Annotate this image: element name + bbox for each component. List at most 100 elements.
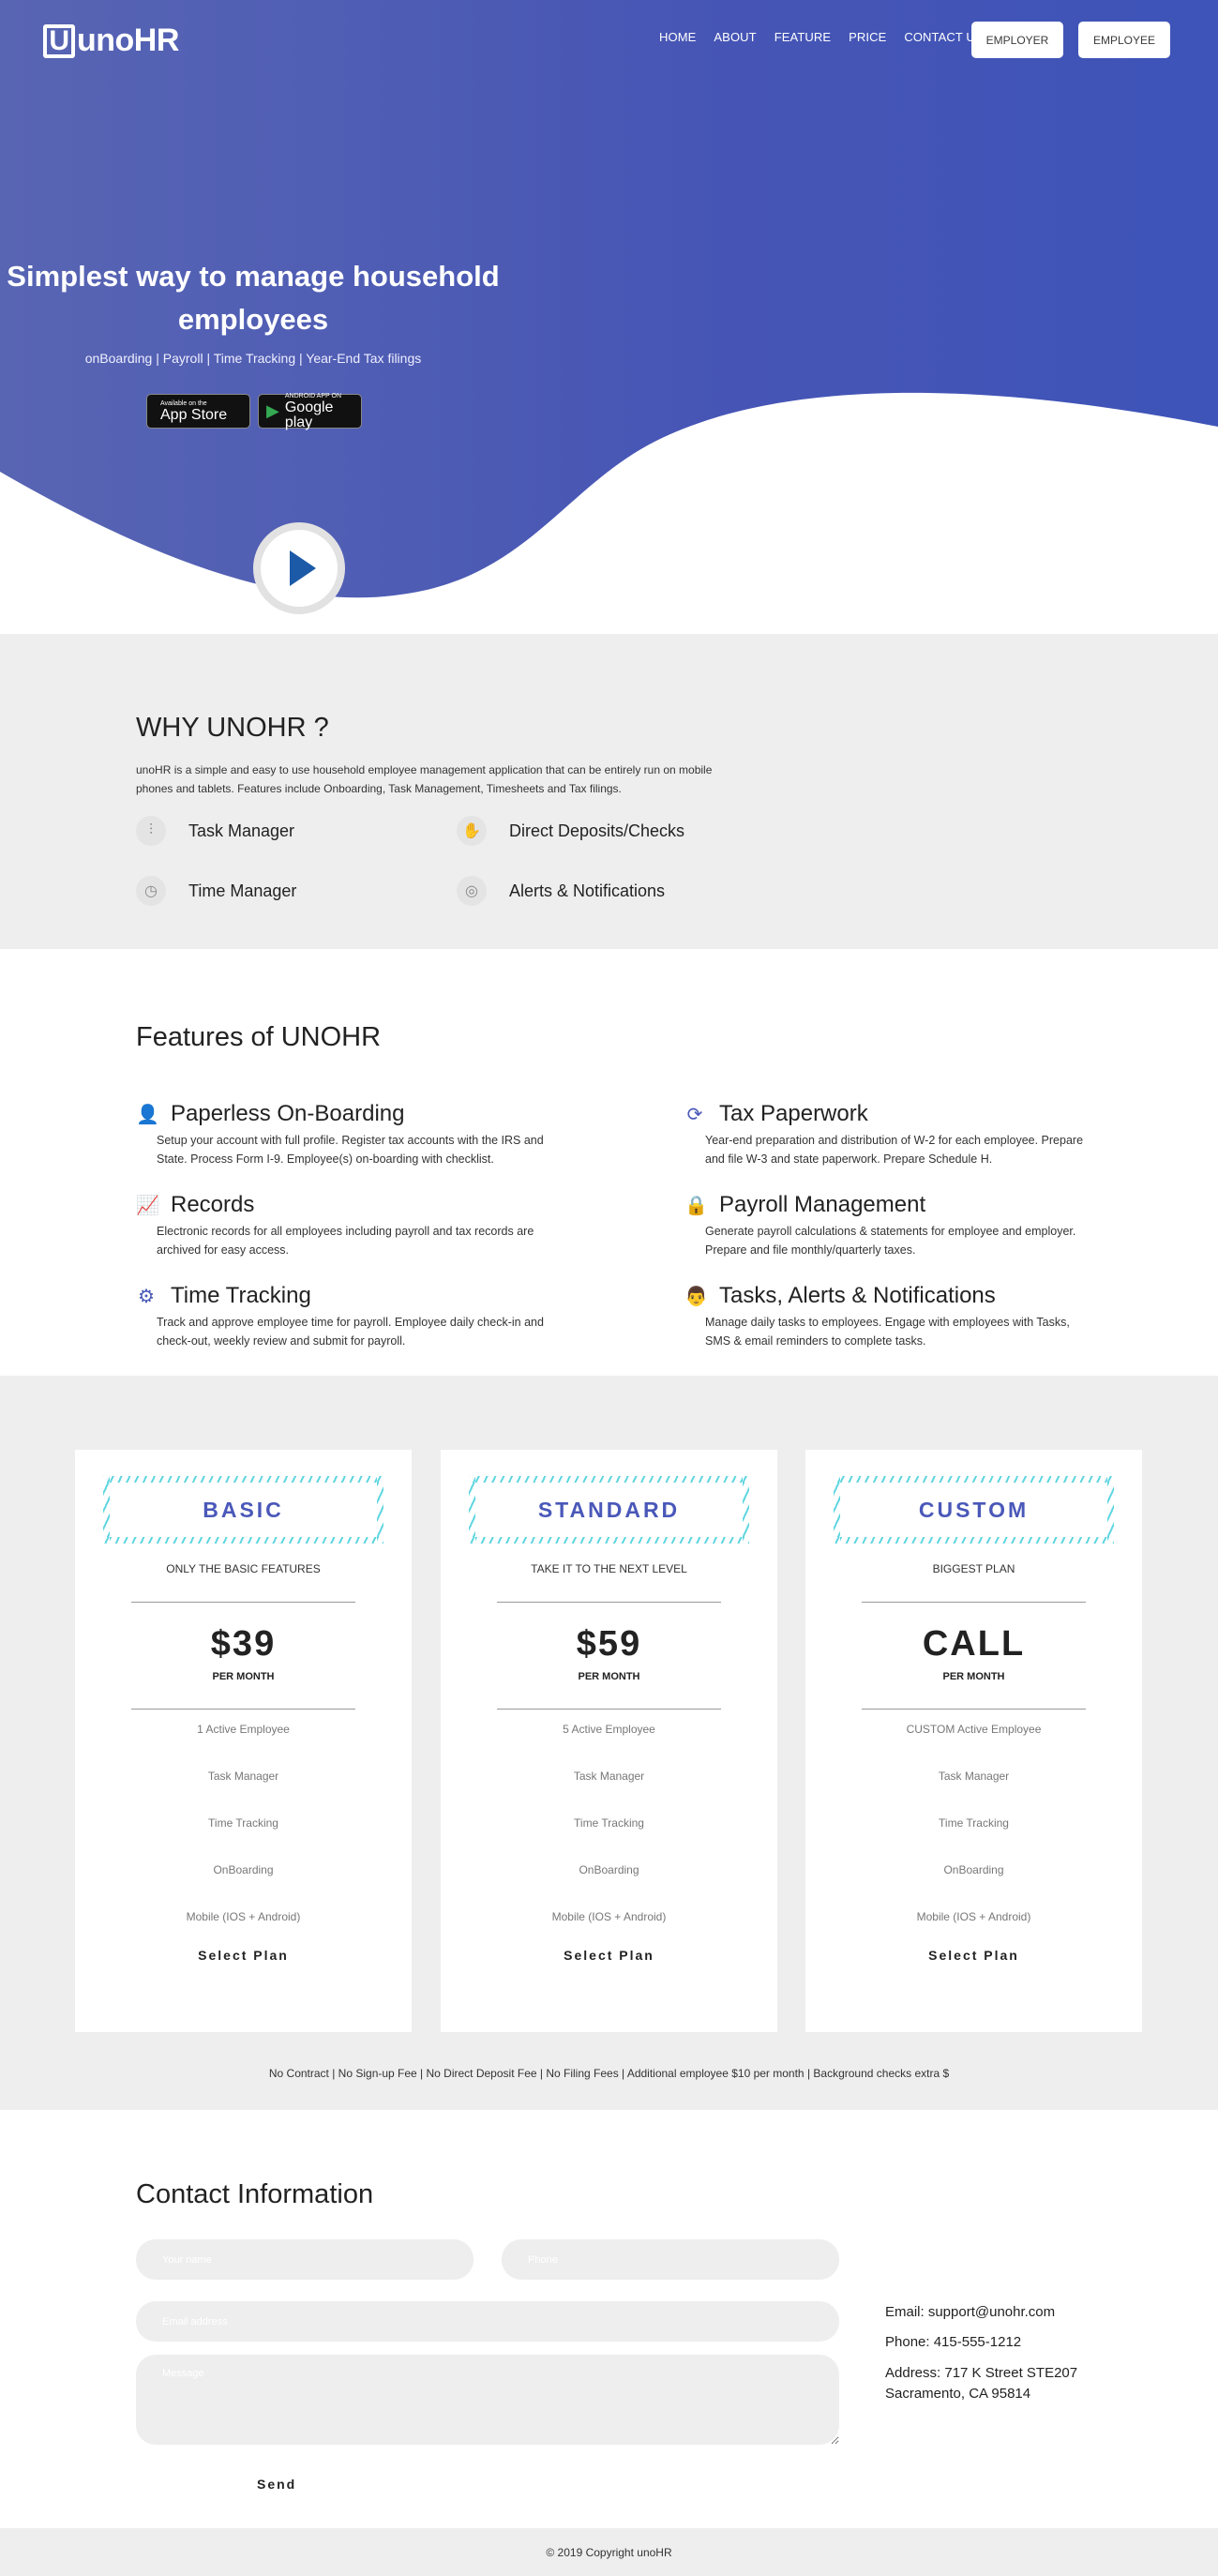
message-textarea[interactable]: [136, 2355, 839, 2445]
lock-icon: 🔒: [684, 1195, 708, 1216]
play-icon: [289, 550, 316, 586]
plan-feature: Task Manager: [573, 1770, 645, 1783]
phone-input[interactable]: [502, 2239, 839, 2280]
contact-address-line1: Address: 717 K Street STE207: [885, 2365, 1078, 2381]
contact-title: Contact Information: [136, 2179, 374, 2209]
divider: [497, 1602, 721, 1603]
feature-tasks-alerts-notifications: 👨 Tasks, Alerts & Notifications Manage dai…: [684, 1283, 1097, 1350]
feature-title: Time Tracking: [171, 1283, 311, 1308]
nav-about[interactable]: ABOUT: [714, 30, 756, 44]
footer: © 2019 Copyright unoHR: [0, 2528, 1218, 2576]
plan-feature: 5 Active Employee: [563, 1723, 655, 1736]
hand-icon: ✋: [457, 816, 487, 846]
feature-title: Paperless On-Boarding: [171, 1101, 405, 1126]
fingerprint-icon: ◎: [457, 876, 487, 906]
why-item-label: Task Manager: [188, 821, 295, 840]
feature-time-tracking: ⚙ Time Tracking Track and approve employee…: [136, 1283, 549, 1350]
app-store-big: App Store: [160, 407, 228, 423]
plan-name: CUSTOM: [840, 1483, 1107, 1537]
feature-heading: ⟳ Tax Paperwork: [684, 1101, 1097, 1127]
logo-text: unoHR: [77, 23, 179, 58]
google-play-badge[interactable]: ▶ ANDROID APP ON Google play: [258, 393, 362, 430]
why-text: unoHR is a simple and easy to use househ…: [136, 763, 713, 795]
logo[interactable]: U unoHR: [43, 23, 179, 59]
send-button[interactable]: Send: [257, 2477, 296, 2492]
plan-feature: Time Tracking: [574, 1816, 644, 1830]
features-section: Features of UNOHR 👤 Paperless On-Boarding…: [0, 949, 1218, 1376]
feature-title: Tax Paperwork: [719, 1101, 868, 1126]
pricing-section: No Contract | No Sign-up Fee | No Direct…: [0, 1376, 1218, 2110]
feature-description: Electronic records for all employees inc…: [157, 1225, 534, 1257]
app-store-badge[interactable]: Available on the App Store: [146, 394, 250, 429]
feature-title: Payroll Management: [719, 1192, 926, 1217]
plan-feature: Task Manager: [207, 1770, 279, 1783]
top-nav: U unoHR HOME ABOUT FEATURE PRICE CONTACT…: [0, 0, 1218, 79]
copyright: © 2019 Copyright unoHR: [546, 2545, 672, 2559]
contact-email: Email: support@unohr.com: [885, 2304, 1056, 2320]
feature-heading: ⚙ Time Tracking: [136, 1283, 549, 1309]
plan-feature: Mobile (IOS + Android): [551, 1910, 667, 1923]
nav-links: HOME ABOUT FEATURE PRICE CONTACT US: [659, 30, 1001, 44]
plan-feature: OnBoarding: [943, 1863, 1004, 1876]
plan-tagline: TAKE IT TO THE NEXT LEVEL: [531, 1562, 687, 1575]
nav-home[interactable]: HOME: [659, 30, 696, 44]
divider: [862, 1709, 1086, 1710]
plan-feature: Task Manager: [938, 1770, 1010, 1783]
play-video-button[interactable]: [253, 522, 345, 614]
why-item-direct-deposits-checks: ✋ Direct Deposits/Checks: [457, 816, 684, 846]
plan-feature: CUSTOM Active Employee: [906, 1723, 1042, 1736]
plan-tagline: BIGGEST PLAN: [932, 1562, 1015, 1575]
feature-heading: 👤 Paperless On-Boarding: [136, 1101, 549, 1127]
why-item-time-manager: ◷ Time Manager: [136, 876, 296, 906]
divider: [131, 1602, 355, 1603]
plan-feature: OnBoarding: [579, 1863, 639, 1876]
divider: [131, 1709, 355, 1710]
nav-price[interactable]: PRICE: [849, 30, 886, 44]
name-input[interactable]: [136, 2239, 474, 2280]
feature-description: Track and approve employee time for payr…: [157, 1316, 544, 1348]
plan-feature: Time Tracking: [208, 1816, 278, 1830]
chart-icon: 📈: [136, 1195, 159, 1216]
nav-feature[interactable]: FEATURE: [774, 30, 831, 44]
plan-title-frame: CUSTOM: [834, 1476, 1114, 1544]
feature-heading: 📈 Records: [136, 1192, 549, 1218]
sliders-icon: ⫶: [136, 816, 166, 846]
feature-payroll-management: 🔒 Payroll Management Generate payroll calc…: [684, 1192, 1097, 1259]
why-title: WHY UNOHR ?: [136, 713, 329, 743]
logo-icon: U: [43, 23, 75, 58]
plan-feature: 1 Active Employee: [197, 1723, 290, 1736]
feature-description: Generate payroll calculations & statemen…: [705, 1225, 1076, 1257]
why-item-task-manager: ⫶ Task Manager: [136, 816, 294, 846]
plan-period: PER MONTH: [212, 1671, 275, 1682]
plan-period: PER MONTH: [942, 1671, 1005, 1682]
feature-heading: 🔒 Payroll Management: [684, 1192, 1097, 1218]
plan-period: PER MONTH: [578, 1671, 640, 1682]
why-item-label: Alerts & Notifications: [509, 881, 666, 900]
feature-description: Setup your account with full profile. Re…: [157, 1134, 544, 1166]
features-title: Features of UNOHR: [136, 1022, 382, 1052]
select-plan-button[interactable]: Select Plan: [75, 1948, 412, 1963]
pricing-note: No Contract | No Sign-up Fee | No Direct…: [268, 2067, 950, 2080]
gears-icon: ⚙: [138, 1286, 155, 1307]
employee-button[interactable]: EMPLOYEE: [1078, 22, 1170, 58]
select-plan-button[interactable]: Select Plan: [805, 1948, 1142, 1963]
plan-feature: OnBoarding: [213, 1863, 274, 1876]
plan-name: BASIC: [110, 1483, 377, 1537]
feature-paperless-on-boarding: 👤 Paperless On-Boarding Setup your account…: [136, 1101, 549, 1168]
contact-address-line2: Sacramento, CA 95814: [885, 2386, 1031, 2402]
divider: [862, 1602, 1086, 1603]
email-input[interactable]: [136, 2301, 839, 2342]
plan-card-standard: STANDARD TAKE IT TO THE NEXT LEVEL $59 PER …: [441, 1450, 777, 2032]
plan-price: CALL: [922, 1624, 1026, 1664]
plan-tagline: ONLY THE BASIC FEATURES: [166, 1562, 321, 1575]
feature-description: Year-end preparation and distribution of…: [705, 1134, 1084, 1166]
why-item-label: Time Manager: [188, 881, 297, 900]
plan-card-custom: CUSTOM BIGGEST PLAN CALL PER MONTH CUSTOM Ac…: [805, 1450, 1142, 2032]
employer-button[interactable]: EMPLOYER: [971, 22, 1063, 58]
plan-title-frame: BASIC: [103, 1476, 383, 1544]
feature-title: Records: [171, 1192, 255, 1217]
contact-section: Contact Information Send Email: support@…: [0, 2110, 1218, 2528]
plan-title-frame: STANDARD: [469, 1476, 749, 1544]
select-plan-button[interactable]: Select Plan: [441, 1948, 777, 1963]
clock-icon: ◷: [136, 876, 166, 906]
